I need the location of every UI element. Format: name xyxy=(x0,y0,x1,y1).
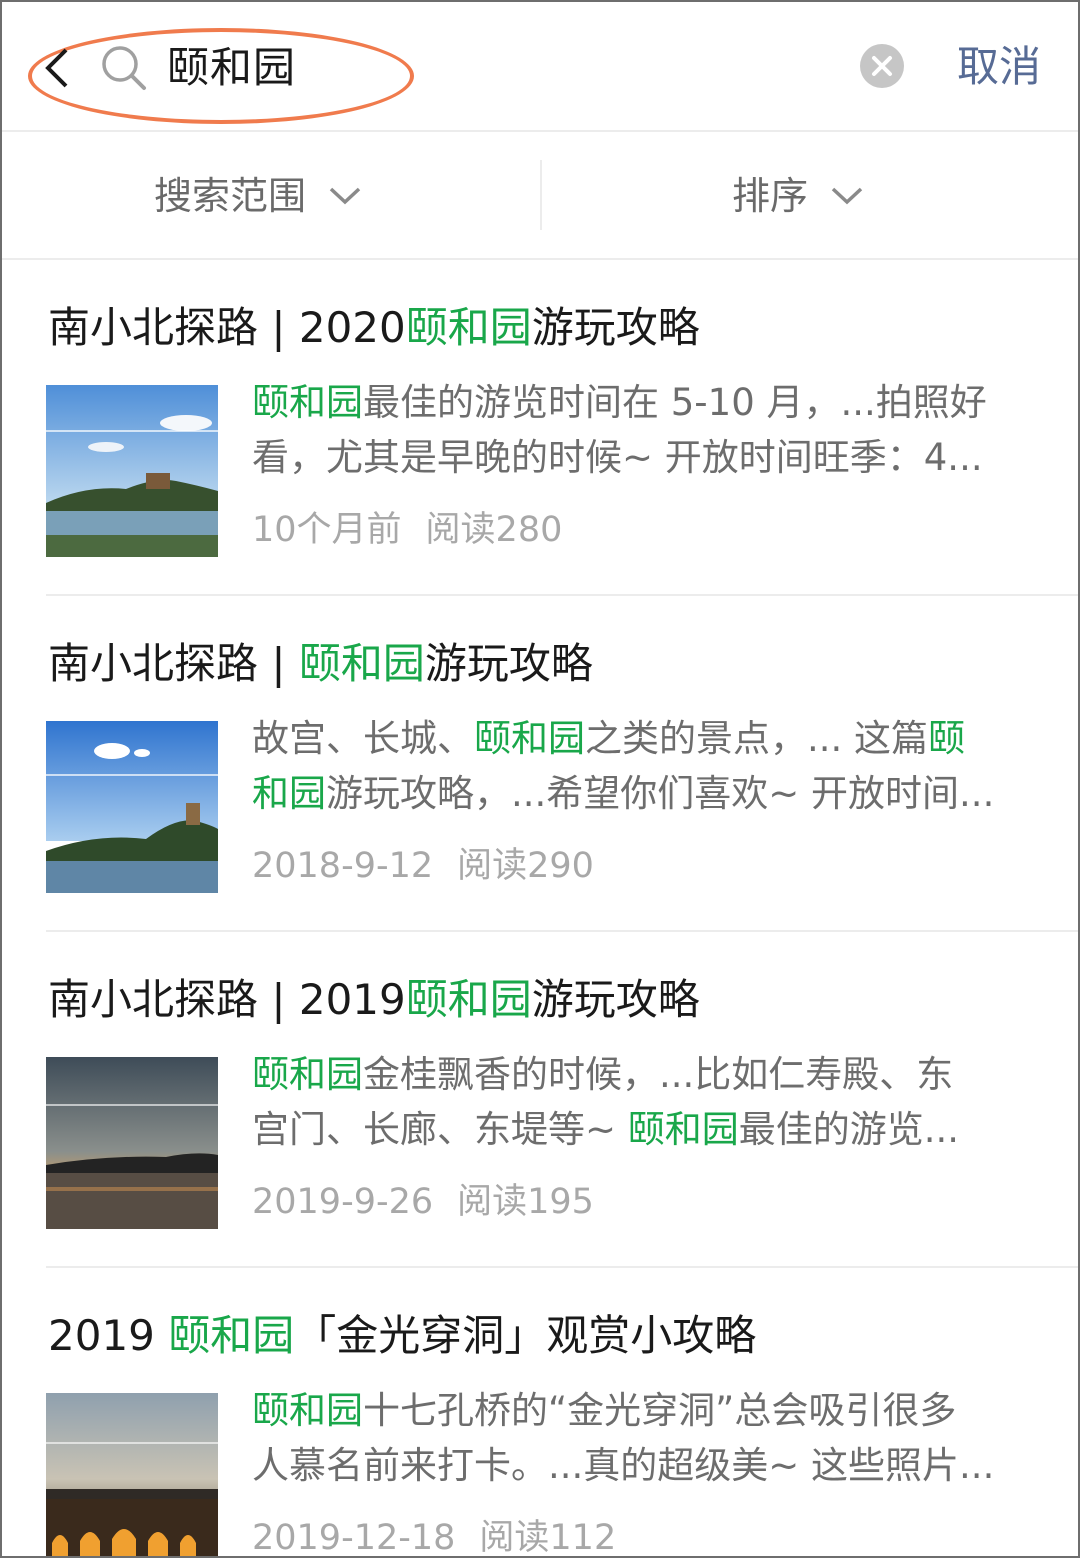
search-input[interactable]: 颐和园 xyxy=(167,40,296,96)
article-meta: 2019-9-26 阅读195 xyxy=(252,1177,594,1227)
snippet-line: 宫门、长廊、东堤等~ 颐和园最佳的游览... xyxy=(252,1108,960,1151)
article-thumbnail xyxy=(46,1393,218,1556)
list-item[interactable]: 南小北探路 | 颐和园游玩攻略 故宫、长城、颐和园之类的景点，... 这篇颐 和… xyxy=(46,596,1078,932)
list-item[interactable]: 南小北探路 | 2019颐和园游玩攻略 颐和园金桂飘香的时候，...比如仁寿殿、… xyxy=(46,932,1078,1268)
article-snippet: 颐和园十七孔桥的“金光穿洞”总会吸引很多 人慕名前来打卡。...真的超级美~ 这… xyxy=(252,1383,1042,1493)
search-scope-label: 搜索范围 xyxy=(154,174,307,218)
publish-time: 2018-9-12 xyxy=(252,846,434,886)
publish-time: 2019-9-26 xyxy=(252,1182,434,1222)
article-title: 南小北探路 | 2019颐和园游玩攻略 xyxy=(48,975,700,1024)
snippet-line: 颐和园最佳的游览时间在 5-10 月，...拍照好 xyxy=(252,381,987,424)
article-meta: 2018-9-12 阅读290 xyxy=(252,841,594,891)
article-snippet: 颐和园金桂飘香的时候，...比如仁寿殿、东 宫门、长廊、东堤等~ 颐和园最佳的游… xyxy=(252,1047,1042,1157)
article-thumbnail xyxy=(46,721,218,893)
chevron-down-icon xyxy=(329,187,361,205)
article-thumbnail xyxy=(46,385,218,557)
snippet-line: 故宫、长城、颐和园之类的景点，... 这篇颐 xyxy=(252,717,966,760)
publish-time: 10个月前 xyxy=(252,510,402,550)
read-count: 阅读280 xyxy=(425,510,563,550)
divider xyxy=(540,160,542,230)
back-icon[interactable] xyxy=(40,46,74,90)
list-item[interactable]: 2019 颐和园「金光穿洞」观赏小攻略 颐和园十七孔桥的“金光穿洞”总会吸引很多… xyxy=(46,1268,1078,1558)
article-snippet: 故宫、长城、颐和园之类的景点，... 这篇颐 和园游玩攻略，...希望你们喜欢~… xyxy=(252,711,1042,821)
snippet-line: 颐和园金桂飘香的时候，...比如仁寿殿、东 xyxy=(252,1053,954,1096)
article-snippet: 颐和园最佳的游览时间在 5-10 月，...拍照好 看，尤其是早晚的时候~ 开放… xyxy=(252,375,1042,485)
search-bar: 颐和园 取消 xyxy=(2,2,1078,132)
article-meta: 2019-12-18 阅读112 xyxy=(252,1513,617,1558)
article-thumbnail xyxy=(46,1057,218,1229)
publish-time: 2019-12-18 xyxy=(252,1518,456,1558)
article-title: 2019 颐和园「金光穿洞」观赏小攻略 xyxy=(48,1311,757,1360)
article-title: 南小北探路 | 2020颐和园游玩攻略 xyxy=(48,303,700,352)
results-list: 南小北探路 | 2020颐和园游玩攻略 颐和园最佳的游览时间在 5-10 月，.… xyxy=(2,260,1078,1558)
article-meta: 10个月前 阅读280 xyxy=(252,505,562,555)
read-count: 阅读112 xyxy=(479,1518,617,1558)
sort-dropdown[interactable]: 排序 xyxy=(732,168,864,224)
list-item[interactable]: 南小北探路 | 2020颐和园游玩攻略 颐和园最佳的游览时间在 5-10 月，.… xyxy=(46,260,1078,596)
clear-icon[interactable] xyxy=(860,44,904,88)
read-count: 阅读290 xyxy=(457,846,594,886)
article-title: 南小北探路 | 颐和园游玩攻略 xyxy=(48,639,593,688)
snippet-line: 和园游玩攻略，...希望你们喜欢~ 开放时间... xyxy=(252,772,995,815)
app-frame: 颐和园 取消 搜索范围 排序 南小北探路 | 2020颐和园游玩攻略 颐和园最佳… xyxy=(0,0,1080,1558)
filter-bar: 搜索范围 排序 xyxy=(2,132,1078,260)
search-icon xyxy=(100,44,148,92)
read-count: 阅读195 xyxy=(457,1182,594,1222)
cancel-button[interactable]: 取消 xyxy=(957,38,1041,96)
snippet-line: 颐和园十七孔桥的“金光穿洞”总会吸引很多 xyxy=(252,1389,957,1432)
snippet-line: 看，尤其是早晚的时候~ 开放时间旺季：4... xyxy=(252,436,983,479)
snippet-line: 人慕名前来打卡。...真的超级美~ 这些照片... xyxy=(252,1444,995,1487)
sort-label: 排序 xyxy=(732,174,809,218)
chevron-down-icon xyxy=(831,187,863,205)
search-scope-dropdown[interactable]: 搜索范围 xyxy=(154,168,362,224)
